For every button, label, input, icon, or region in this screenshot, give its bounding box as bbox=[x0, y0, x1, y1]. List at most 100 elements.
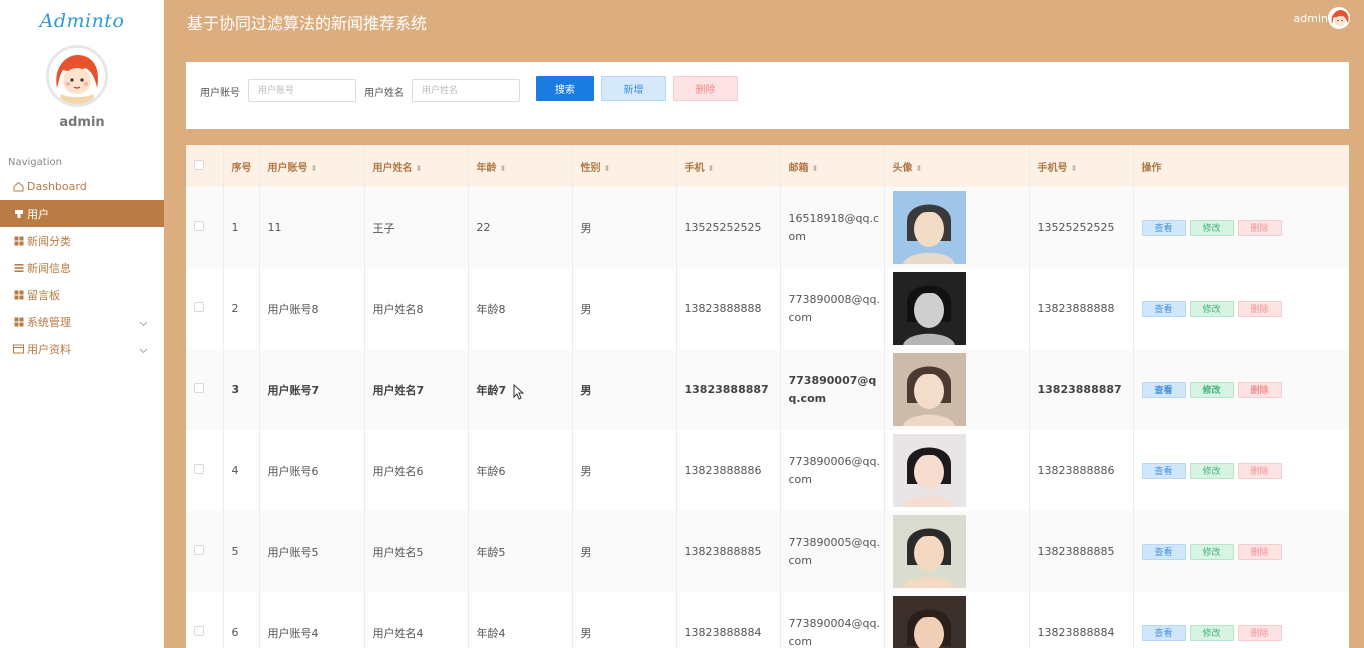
add-button[interactable]: 新增 bbox=[601, 76, 666, 101]
user-photo[interactable] bbox=[892, 596, 966, 648]
row-checkbox[interactable] bbox=[194, 383, 204, 393]
cell-actions: 查看 修改 删除 bbox=[1133, 187, 1349, 268]
sort-icon[interactable]: ⬍ bbox=[708, 164, 715, 173]
delete-button[interactable]: 删除 bbox=[1237, 381, 1282, 398]
user-photo[interactable] bbox=[892, 434, 966, 507]
topbar: 基于协同过滤算法的新闻推荐系统 admin bbox=[164, 0, 1364, 42]
delete-button[interactable]: 删除 bbox=[1237, 543, 1282, 560]
edit-button[interactable]: 修改 bbox=[1189, 624, 1234, 641]
email-text: 773890007@qq.com bbox=[788, 373, 877, 405]
cell-age: 年龄4 bbox=[468, 592, 573, 648]
edit-button[interactable]: 修改 bbox=[1189, 543, 1234, 560]
sort-icon[interactable]: ⬍ bbox=[311, 164, 318, 173]
user-photo[interactable] bbox=[892, 191, 966, 264]
sort-icon[interactable]: ⬍ bbox=[416, 164, 423, 173]
delete-button[interactable]: 删除 bbox=[1237, 219, 1282, 236]
delete-button[interactable]: 删除 bbox=[1237, 300, 1282, 317]
cell-name: 用户姓名6 bbox=[364, 430, 469, 511]
cell-gender: 男 bbox=[572, 187, 677, 268]
sidebar-item-label: 用户资料 bbox=[27, 342, 71, 356]
avatar bbox=[46, 45, 108, 107]
email-text: 773890004@qq.com bbox=[788, 616, 880, 648]
row-checkbox[interactable] bbox=[194, 545, 204, 555]
cell-gender: 男 bbox=[572, 511, 677, 592]
header-age[interactable]: 年龄 ⬍ bbox=[468, 145, 573, 187]
header-label: 操作 bbox=[1141, 162, 1162, 174]
account-search-input[interactable] bbox=[248, 79, 356, 102]
cell-phone: 13823888887 bbox=[1029, 349, 1134, 430]
view-button[interactable]: 查看 bbox=[1141, 219, 1186, 236]
app-logo[interactable]: Adminto bbox=[0, 10, 164, 32]
header-mobile[interactable]: 手机 ⬍ bbox=[676, 145, 781, 187]
delete-button[interactable]: 删除 bbox=[1237, 462, 1282, 479]
sidebar-item-system-management[interactable]: 系统管理 bbox=[0, 308, 164, 335]
name-label: 用户姓名 bbox=[364, 88, 404, 99]
sort-icon[interactable]: ⬍ bbox=[604, 164, 611, 173]
cell-phone: 13823888884 bbox=[1029, 592, 1134, 648]
cell-avatar bbox=[884, 349, 1030, 430]
row-checkbox[interactable] bbox=[194, 302, 204, 312]
sort-icon[interactable]: ⬍ bbox=[916, 164, 923, 173]
sort-icon[interactable]: ⬍ bbox=[812, 164, 819, 173]
edit-button[interactable]: 修改 bbox=[1189, 219, 1234, 236]
sidebar-item-user[interactable]: 用户 bbox=[0, 200, 164, 227]
user-photo[interactable] bbox=[892, 353, 966, 426]
chevron-down-icon bbox=[139, 344, 148, 357]
page-title: 基于协同过滤算法的新闻推荐系统 bbox=[187, 14, 428, 33]
sidebar-item-dashboard[interactable]: Dashboard bbox=[0, 173, 164, 200]
header-label: 手机 bbox=[684, 162, 705, 174]
batch-delete-button[interactable]: 删除 bbox=[673, 76, 738, 101]
row-checkbox[interactable] bbox=[194, 221, 204, 231]
edit-button[interactable]: 修改 bbox=[1189, 381, 1234, 398]
sidebar-item-label: 用户 bbox=[27, 207, 49, 221]
table-row: 3 用户账号7 用户姓名7 年龄7 男 13823888887 773890007@qq.c… bbox=[186, 349, 1349, 430]
view-button[interactable]: 查看 bbox=[1141, 543, 1186, 560]
sidebar-item-user-profile[interactable]: 用户资料 bbox=[0, 335, 164, 362]
header-label: 用户账号 bbox=[267, 162, 308, 174]
cell-account: 用户账号8 bbox=[259, 268, 365, 349]
cell-phone: 13525252525 bbox=[1029, 187, 1134, 268]
avatar[interactable] bbox=[1328, 7, 1350, 29]
sidebar: Adminto admin Navigation Dashboard 用户 新闻… bbox=[0, 0, 164, 648]
header-gender[interactable]: 性别 ⬍ bbox=[572, 145, 677, 187]
sidebar-item-news-category[interactable]: 新闻分类 bbox=[0, 227, 164, 254]
header-email[interactable]: 邮箱 ⬍ bbox=[780, 145, 885, 187]
row-checkbox[interactable] bbox=[194, 626, 204, 636]
edit-button[interactable]: 修改 bbox=[1189, 300, 1234, 317]
header-phone[interactable]: 手机号 ⬍ bbox=[1029, 145, 1134, 187]
search-button[interactable]: 搜索 bbox=[536, 76, 594, 101]
sort-icon[interactable]: ⬍ bbox=[500, 164, 507, 173]
cell-mobile: 13823888888 bbox=[676, 268, 781, 349]
mouse-cursor-icon bbox=[513, 383, 525, 403]
cell-email: 773890006@qq.com bbox=[780, 430, 885, 511]
delete-button[interactable]: 删除 bbox=[1237, 624, 1282, 641]
user-photo[interactable] bbox=[892, 272, 966, 345]
header-avatar[interactable]: 头像 ⬍ bbox=[884, 145, 1030, 187]
user-photo[interactable] bbox=[892, 515, 966, 588]
view-button[interactable]: 查看 bbox=[1141, 300, 1186, 317]
view-button[interactable]: 查看 bbox=[1141, 462, 1186, 479]
cell-gender: 男 bbox=[572, 430, 677, 511]
sort-icon[interactable]: ⬍ bbox=[1071, 164, 1078, 173]
cell-mobile: 13525252525 bbox=[676, 187, 781, 268]
list-icon bbox=[13, 262, 24, 273]
sidebar-nav: Dashboard 用户 新闻分类 新闻信息 留言板 系统管理 用户资料 bbox=[0, 173, 164, 362]
view-button[interactable]: 查看 bbox=[1141, 624, 1186, 641]
email-text: 16518918@qq.com bbox=[788, 211, 880, 243]
topbar-username[interactable]: admin bbox=[1294, 12, 1328, 25]
cell-mobile: 13823888886 bbox=[676, 430, 781, 511]
header-name[interactable]: 用户姓名 ⬍ bbox=[364, 145, 469, 187]
header-account[interactable]: 用户账号 ⬍ bbox=[259, 145, 365, 187]
name-search-input[interactable] bbox=[412, 79, 520, 102]
header-label: 手机号 bbox=[1037, 162, 1068, 174]
row-checkbox[interactable] bbox=[194, 464, 204, 474]
view-button[interactable]: 查看 bbox=[1141, 381, 1186, 398]
cell-avatar bbox=[884, 511, 1030, 592]
card-icon bbox=[13, 343, 24, 354]
table-header-row: 序号 用户账号 ⬍ 用户姓名 ⬍ 年龄 ⬍ 性别 ⬍ 手机 ⬍ 邮箱 ⬍ 头像 ⬍ 手机号 ⬍ … bbox=[186, 145, 1349, 187]
cell-name: 用户姓名5 bbox=[364, 511, 469, 592]
sidebar-item-news-info[interactable]: 新闻信息 bbox=[0, 254, 164, 281]
select-all-checkbox[interactable] bbox=[194, 159, 204, 170]
sidebar-item-message-board[interactable]: 留言板 bbox=[0, 281, 164, 308]
edit-button[interactable]: 修改 bbox=[1189, 462, 1234, 479]
